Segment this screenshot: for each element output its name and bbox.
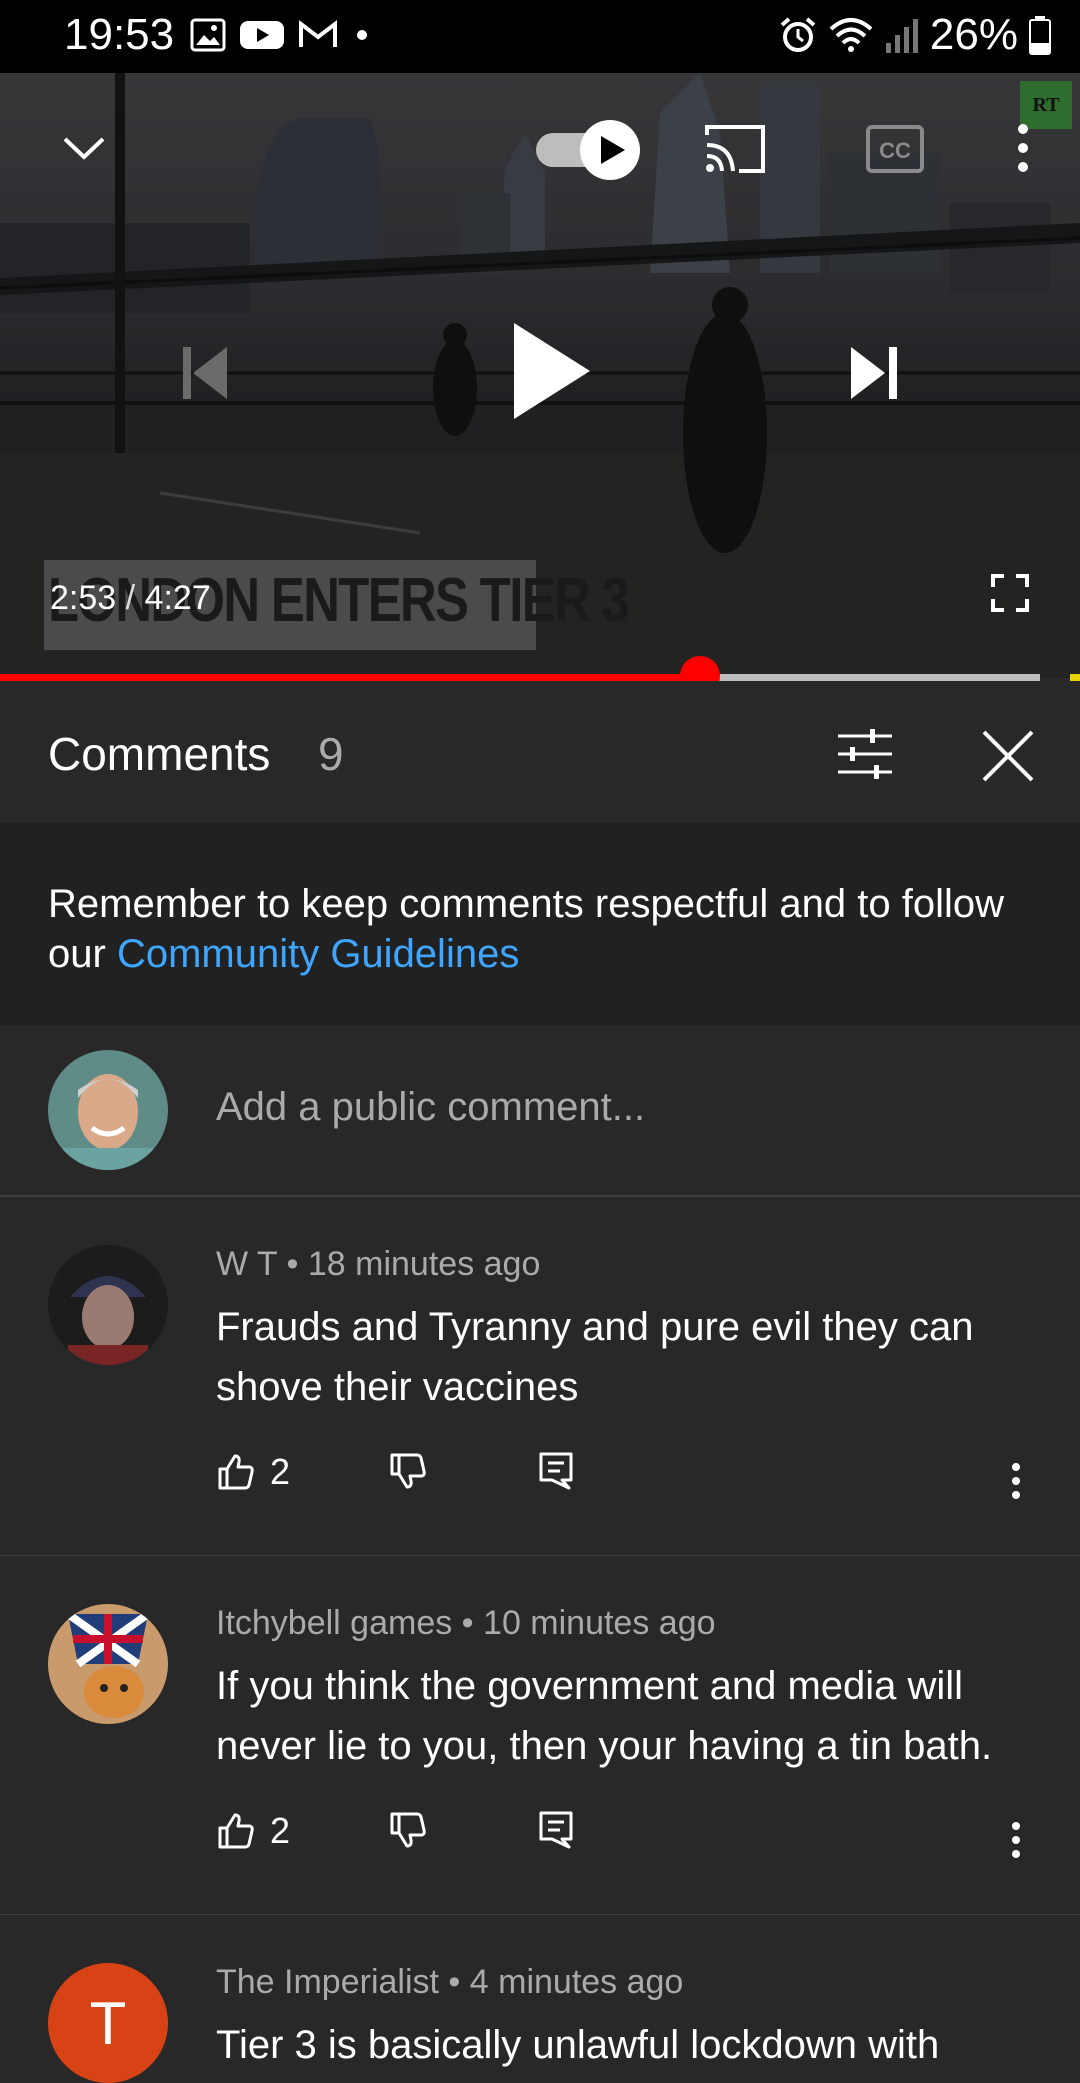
like-count: 2 bbox=[270, 1810, 291, 1851]
comment-item: T The Imperialist • 4 minutes ago Tier 3… bbox=[0, 1915, 1080, 2083]
dot-icon bbox=[357, 30, 367, 40]
more-vert-icon bbox=[1018, 124, 1028, 172]
avatar[interactable] bbox=[48, 1245, 168, 1365]
chevron-down-icon bbox=[63, 137, 105, 160]
status-time: 19:53 bbox=[64, 10, 175, 59]
comments-count: 9 bbox=[318, 728, 344, 780]
comment-text: Tier 3 is basically unlawful lockdown wi… bbox=[216, 2023, 940, 2067]
community-guidelines-link[interactable]: Community Guidelines bbox=[117, 932, 519, 976]
captions-button[interactable]: CC bbox=[860, 119, 930, 179]
comment-more-button[interactable] bbox=[996, 1451, 1036, 1511]
minimize-button[interactable] bbox=[44, 123, 124, 173]
play-button[interactable] bbox=[495, 311, 605, 431]
avatar-letter: T bbox=[89, 1989, 127, 2057]
video-player[interactable]: RT CC LONDON ENTERS TIER 3 2:53 / 4:27 bbox=[0, 73, 1080, 678]
notification-icons bbox=[190, 18, 372, 52]
comment-author[interactable]: W T bbox=[216, 1245, 277, 1283]
reply-button[interactable] bbox=[538, 1451, 574, 1491]
more-vert-icon bbox=[1012, 1822, 1020, 1858]
sort-filter-icon bbox=[838, 729, 892, 779]
thumbs-up-icon bbox=[218, 1454, 254, 1490]
progress-marker bbox=[1070, 674, 1080, 681]
comment-author[interactable]: The Imperialist bbox=[216, 1963, 439, 2001]
next-icon bbox=[851, 347, 897, 399]
gallery-icon bbox=[190, 18, 226, 52]
like-button[interactable]: 2 bbox=[216, 1451, 290, 1493]
avatar bbox=[48, 1050, 168, 1170]
progress-fill bbox=[0, 674, 700, 681]
comment-actions: 2 bbox=[216, 1451, 1036, 1511]
status-bar: 19:53 26% bbox=[0, 0, 1080, 73]
thumbs-up-icon bbox=[218, 1813, 254, 1849]
avatar[interactable]: T bbox=[48, 1963, 168, 2083]
comment-actions: 2 bbox=[216, 1810, 1036, 1870]
youtube-icon bbox=[240, 21, 284, 49]
reply-button[interactable] bbox=[538, 1810, 574, 1850]
battery-percent: 26% bbox=[929, 10, 1018, 59]
comment-time: 4 minutes ago bbox=[469, 1963, 684, 2001]
wifi-icon bbox=[829, 18, 873, 52]
community-notice: Remember to keep comments respectful and… bbox=[0, 823, 1080, 1025]
fullscreen-icon bbox=[991, 574, 1029, 612]
comment-item: Itchybell games • 10 minutes ago If you … bbox=[0, 1556, 1080, 1916]
svg-text:CC: CC bbox=[879, 138, 911, 163]
comment-more-button[interactable] bbox=[996, 1810, 1036, 1870]
dislike-button[interactable] bbox=[388, 1451, 428, 1491]
alarm-icon bbox=[780, 17, 816, 52]
captions-icon: CC bbox=[866, 125, 924, 173]
sort-button[interactable] bbox=[830, 721, 900, 787]
add-comment-row[interactable]: Add a public comment... bbox=[0, 1025, 1080, 1197]
cast-button[interactable] bbox=[700, 119, 770, 179]
autoplay-toggle[interactable] bbox=[532, 117, 647, 182]
previous-button[interactable] bbox=[165, 333, 245, 413]
close-comments-button[interactable] bbox=[970, 721, 1046, 791]
time-current: 2:53 bbox=[50, 579, 117, 617]
comment-time: 10 minutes ago bbox=[483, 1604, 716, 1642]
progress-track[interactable] bbox=[0, 674, 1040, 681]
avatar[interactable] bbox=[48, 1604, 168, 1724]
autoplay-toggle-icon bbox=[536, 120, 640, 180]
comment-text: Frauds and Tyranny and pure evil they ca… bbox=[216, 1305, 974, 1409]
comment-time: 18 minutes ago bbox=[307, 1245, 541, 1283]
fullscreen-button[interactable] bbox=[980, 563, 1040, 623]
time-total: 4:27 bbox=[144, 579, 211, 617]
play-icon bbox=[514, 323, 590, 419]
cast-icon bbox=[705, 125, 765, 173]
player-more-button[interactable] bbox=[1000, 113, 1046, 183]
close-icon bbox=[982, 730, 1034, 782]
thumbs-down-icon bbox=[390, 1812, 426, 1848]
dislike-button[interactable] bbox=[388, 1810, 428, 1850]
comment-item: W T • 18 minutes ago Frauds and Tyranny … bbox=[0, 1197, 1080, 1557]
previous-icon bbox=[183, 347, 227, 399]
comment-input[interactable]: Add a public comment... bbox=[216, 1085, 645, 1130]
like-count: 2 bbox=[270, 1451, 291, 1492]
comments-header: Comments 9 bbox=[0, 681, 1080, 823]
signal-icon bbox=[885, 19, 918, 53]
comments-title: Comments bbox=[48, 728, 271, 780]
time-display: 2:53 / 4:27 bbox=[50, 579, 211, 618]
gmail-icon bbox=[299, 19, 337, 47]
next-button[interactable] bbox=[835, 333, 915, 413]
like-button[interactable]: 2 bbox=[216, 1810, 290, 1852]
more-vert-icon bbox=[1012, 1463, 1020, 1499]
time-separator: / bbox=[116, 579, 145, 617]
battery-icon bbox=[1029, 16, 1051, 55]
reply-icon bbox=[539, 1452, 573, 1490]
thumbs-down-icon bbox=[390, 1453, 426, 1489]
comment-author[interactable]: Itchybell games bbox=[216, 1604, 452, 1642]
reply-icon bbox=[539, 1811, 573, 1849]
comment-text: If you think the government and media wi… bbox=[216, 1664, 993, 1768]
